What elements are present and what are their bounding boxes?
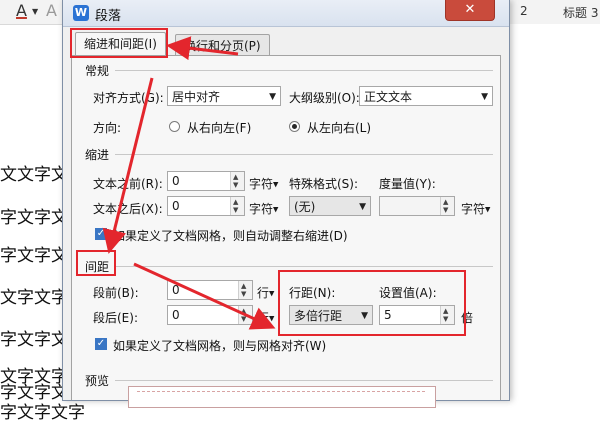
spin-up-icon[interactable]: ▲ — [443, 198, 448, 206]
before-text-value: 0 — [172, 174, 180, 188]
wps-app-icon: W — [73, 5, 89, 21]
unit-label: 行 — [257, 311, 270, 325]
spin-down-icon[interactable]: ▼ — [233, 181, 238, 189]
before-text-spinner[interactable]: 0 ▲ ▼ — [167, 171, 245, 191]
spin-down-icon[interactable]: ▼ — [241, 315, 246, 323]
outline-level-select[interactable]: 正文文本 ▼ — [359, 86, 493, 106]
alignment-value: 居中对齐 — [172, 90, 221, 104]
chevron-down-icon: ▼ — [485, 205, 491, 214]
unit-label: 字符 — [249, 177, 274, 191]
direction-label: 方向: — [93, 121, 122, 135]
document-text-line: 字文字文 — [0, 330, 68, 350]
ltr-radio[interactable] — [289, 121, 300, 132]
paragraph-dialog: W 段落 ✕ 缩进和间距(I) 换行和分页(P) 常规 对齐方式(G): 居中对… — [62, 0, 510, 401]
space-after-label: 段后(E): — [93, 311, 138, 325]
font-color-icon[interactable]: A — [16, 1, 27, 20]
dialog-title: 段落 — [95, 9, 122, 24]
document-text-line: 字文字文 — [0, 208, 68, 228]
ltr-label[interactable]: 从左向右(L) — [307, 119, 371, 136]
measure-label: 度量值(Y): — [379, 177, 436, 191]
special-format-value: (无) — [294, 200, 316, 214]
divider — [115, 380, 493, 381]
style-2-button[interactable]: 2 — [520, 4, 528, 18]
auto-adjust-indent-label[interactable]: 如果定义了文档网格，则自动调整右缩进(D) — [113, 227, 348, 244]
divider — [115, 70, 493, 71]
preview-text-lines — [137, 391, 425, 392]
space-before-label: 段前(B): — [93, 286, 139, 300]
measure-unit-dropdown[interactable]: 字符▼ — [461, 200, 490, 217]
style-heading-3-button[interactable]: 标题 3 — [563, 4, 598, 21]
alignment-select[interactable]: 居中对齐 ▼ — [167, 86, 281, 106]
space-before-value: 0 — [172, 283, 180, 297]
measure-spinner[interactable]: ▲ ▼ — [379, 196, 455, 216]
space-after-unit-dropdown[interactable]: 行▼ — [257, 309, 274, 326]
unit-label: 行 — [257, 286, 270, 300]
divider — [115, 154, 493, 155]
unit-label: 字符 — [461, 202, 486, 216]
chevron-down-icon: ▼ — [269, 314, 275, 323]
alignment-label: 对齐方式(G): — [93, 91, 164, 105]
snap-to-grid-label[interactable]: 如果定义了文档网格，则与网格对齐(W) — [113, 337, 326, 354]
spin-down-icon[interactable]: ▼ — [241, 290, 246, 298]
divider — [115, 266, 493, 267]
chevron-down-icon: ▼ — [269, 92, 276, 102]
font-color-dropdown-icon[interactable]: ▼ — [32, 7, 38, 16]
document-text-line: 字文字文字 — [0, 403, 85, 423]
clear-format-icon[interactable]: A — [46, 1, 57, 20]
space-before-spinner[interactable]: 0 ▲ ▼ — [167, 280, 253, 300]
indent-section-title: 缩进 — [85, 148, 110, 162]
space-after-value: 0 — [172, 308, 180, 322]
space-after-spinner[interactable]: 0 ▲ ▼ — [167, 305, 253, 325]
snap-to-grid-checkbox[interactable]: ✓ — [95, 338, 107, 350]
chevron-down-icon: ▼ — [273, 180, 279, 189]
spin-up-icon[interactable]: ▲ — [241, 307, 246, 315]
before-text-unit-dropdown[interactable]: 字符▼ — [249, 175, 278, 192]
preview-pane — [128, 386, 436, 408]
chevron-down-icon: ▼ — [359, 202, 366, 212]
outline-level-value: 正文文本 — [364, 90, 413, 104]
after-text-value: 0 — [172, 199, 180, 213]
chevron-down-icon: ▼ — [481, 92, 488, 102]
spin-up-icon[interactable]: ▲ — [233, 198, 238, 206]
special-format-select[interactable]: (无) ▼ — [289, 196, 371, 216]
unit-label: 字符 — [249, 202, 274, 216]
dialog-titlebar[interactable]: W 段落 ✕ — [63, 0, 509, 27]
close-button[interactable]: ✕ — [445, 0, 495, 21]
document-page-area — [508, 24, 600, 400]
spin-down-icon[interactable]: ▼ — [233, 206, 238, 214]
after-text-unit-dropdown[interactable]: 字符▼ — [249, 200, 278, 217]
spin-down-icon[interactable]: ▼ — [443, 206, 448, 214]
auto-adjust-indent-checkbox[interactable]: ✓ — [95, 228, 107, 240]
rtl-label[interactable]: 从右向左(F) — [187, 119, 251, 136]
annotation-box-tab — [70, 28, 168, 58]
outline-level-label: 大纲级别(O): — [289, 91, 360, 105]
special-format-label: 特殊格式(S): — [289, 177, 359, 191]
before-text-label: 文本之前(R): — [93, 177, 163, 191]
tab-line-page-breaks[interactable]: 换行和分页(P) — [175, 34, 270, 57]
spin-up-icon[interactable]: ▲ — [233, 173, 238, 181]
spin-up-icon[interactable]: ▲ — [241, 282, 246, 290]
chevron-down-icon: ▼ — [273, 205, 279, 214]
chevron-down-icon: ▼ — [269, 289, 275, 298]
space-before-unit-dropdown[interactable]: 行▼ — [257, 284, 274, 301]
rtl-radio[interactable] — [169, 121, 180, 132]
annotation-box-line-spacing — [278, 270, 466, 336]
after-text-label: 文本之后(X): — [93, 202, 163, 216]
preview-section-title: 预览 — [85, 374, 110, 388]
annotation-box-spacing — [76, 250, 116, 276]
after-text-spinner[interactable]: 0 ▲ ▼ — [167, 196, 245, 216]
general-section-title: 常规 — [85, 64, 110, 78]
